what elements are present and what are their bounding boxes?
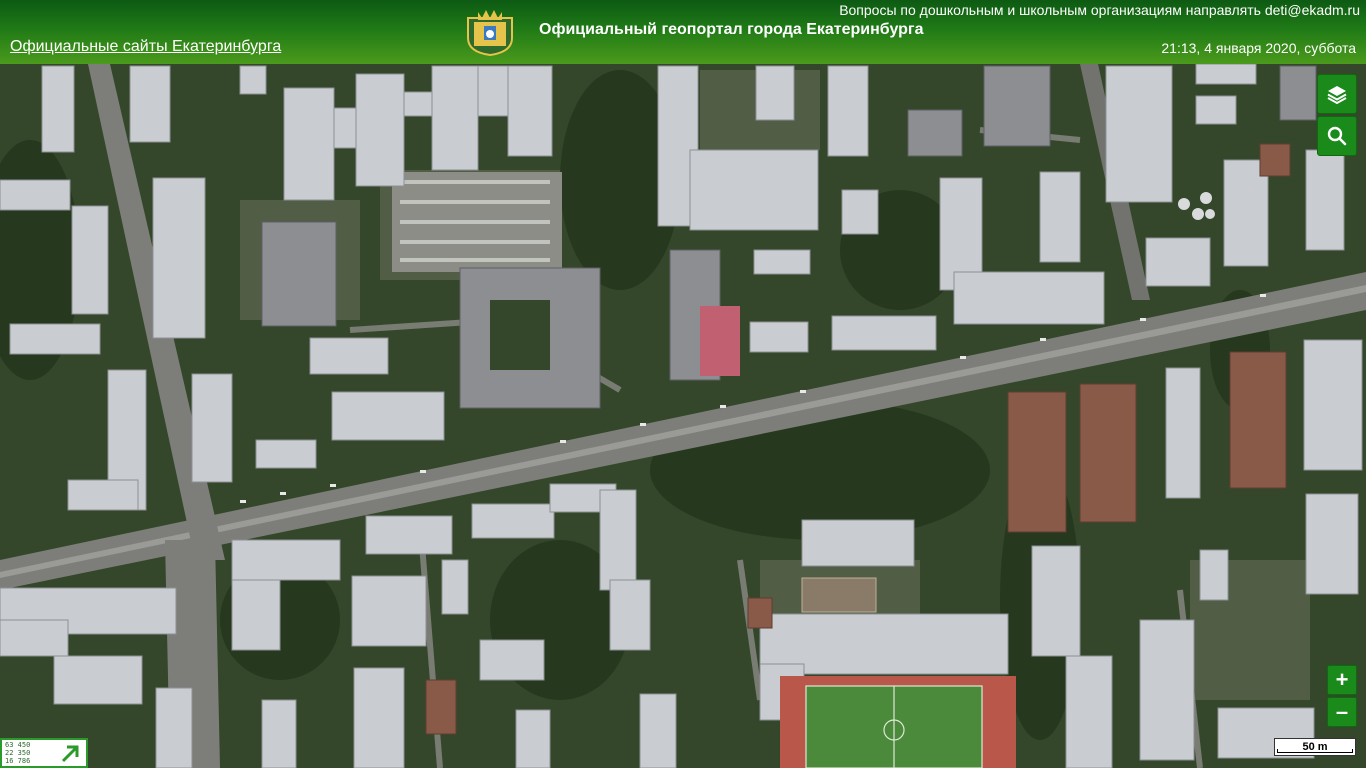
city-emblem (467, 10, 513, 56)
contact-note: Вопросы по дошкольным и школьным организ… (839, 2, 1360, 18)
coordinate-value: 22 350 (5, 749, 31, 757)
zoom-out-button[interactable]: – (1327, 697, 1357, 727)
expand-arrow-icon (61, 745, 79, 763)
scale-label: 50 m (1302, 741, 1328, 753)
official-sites-link[interactable]: Официальные сайты Екатеринбурга (10, 38, 281, 56)
zoom-in-button[interactable]: + (1327, 665, 1357, 695)
satellite-map[interactable] (0, 64, 1366, 768)
coordinates-widget[interactable]: 63 450 22 350 16 786 (0, 738, 88, 768)
header: Официальные сайты Екатеринбурга Официаль… (0, 0, 1366, 64)
map-imagery[interactable] (0, 64, 1366, 768)
coordinate-value: 16 786 (5, 757, 31, 765)
scale-bar: 50 m (1274, 738, 1356, 756)
search-icon (1327, 126, 1347, 146)
layers-button[interactable] (1317, 74, 1357, 114)
datetime-label: 21:13, 4 января 2020, суббота (1161, 40, 1356, 56)
search-button[interactable] (1317, 116, 1357, 156)
coordinates-readout: 63 450 22 350 16 786 (5, 741, 30, 765)
coordinate-value: 63 450 (5, 741, 31, 749)
page-title: Официальный геопортал города Екатеринбур… (539, 21, 924, 38)
layers-icon (1327, 86, 1347, 105)
